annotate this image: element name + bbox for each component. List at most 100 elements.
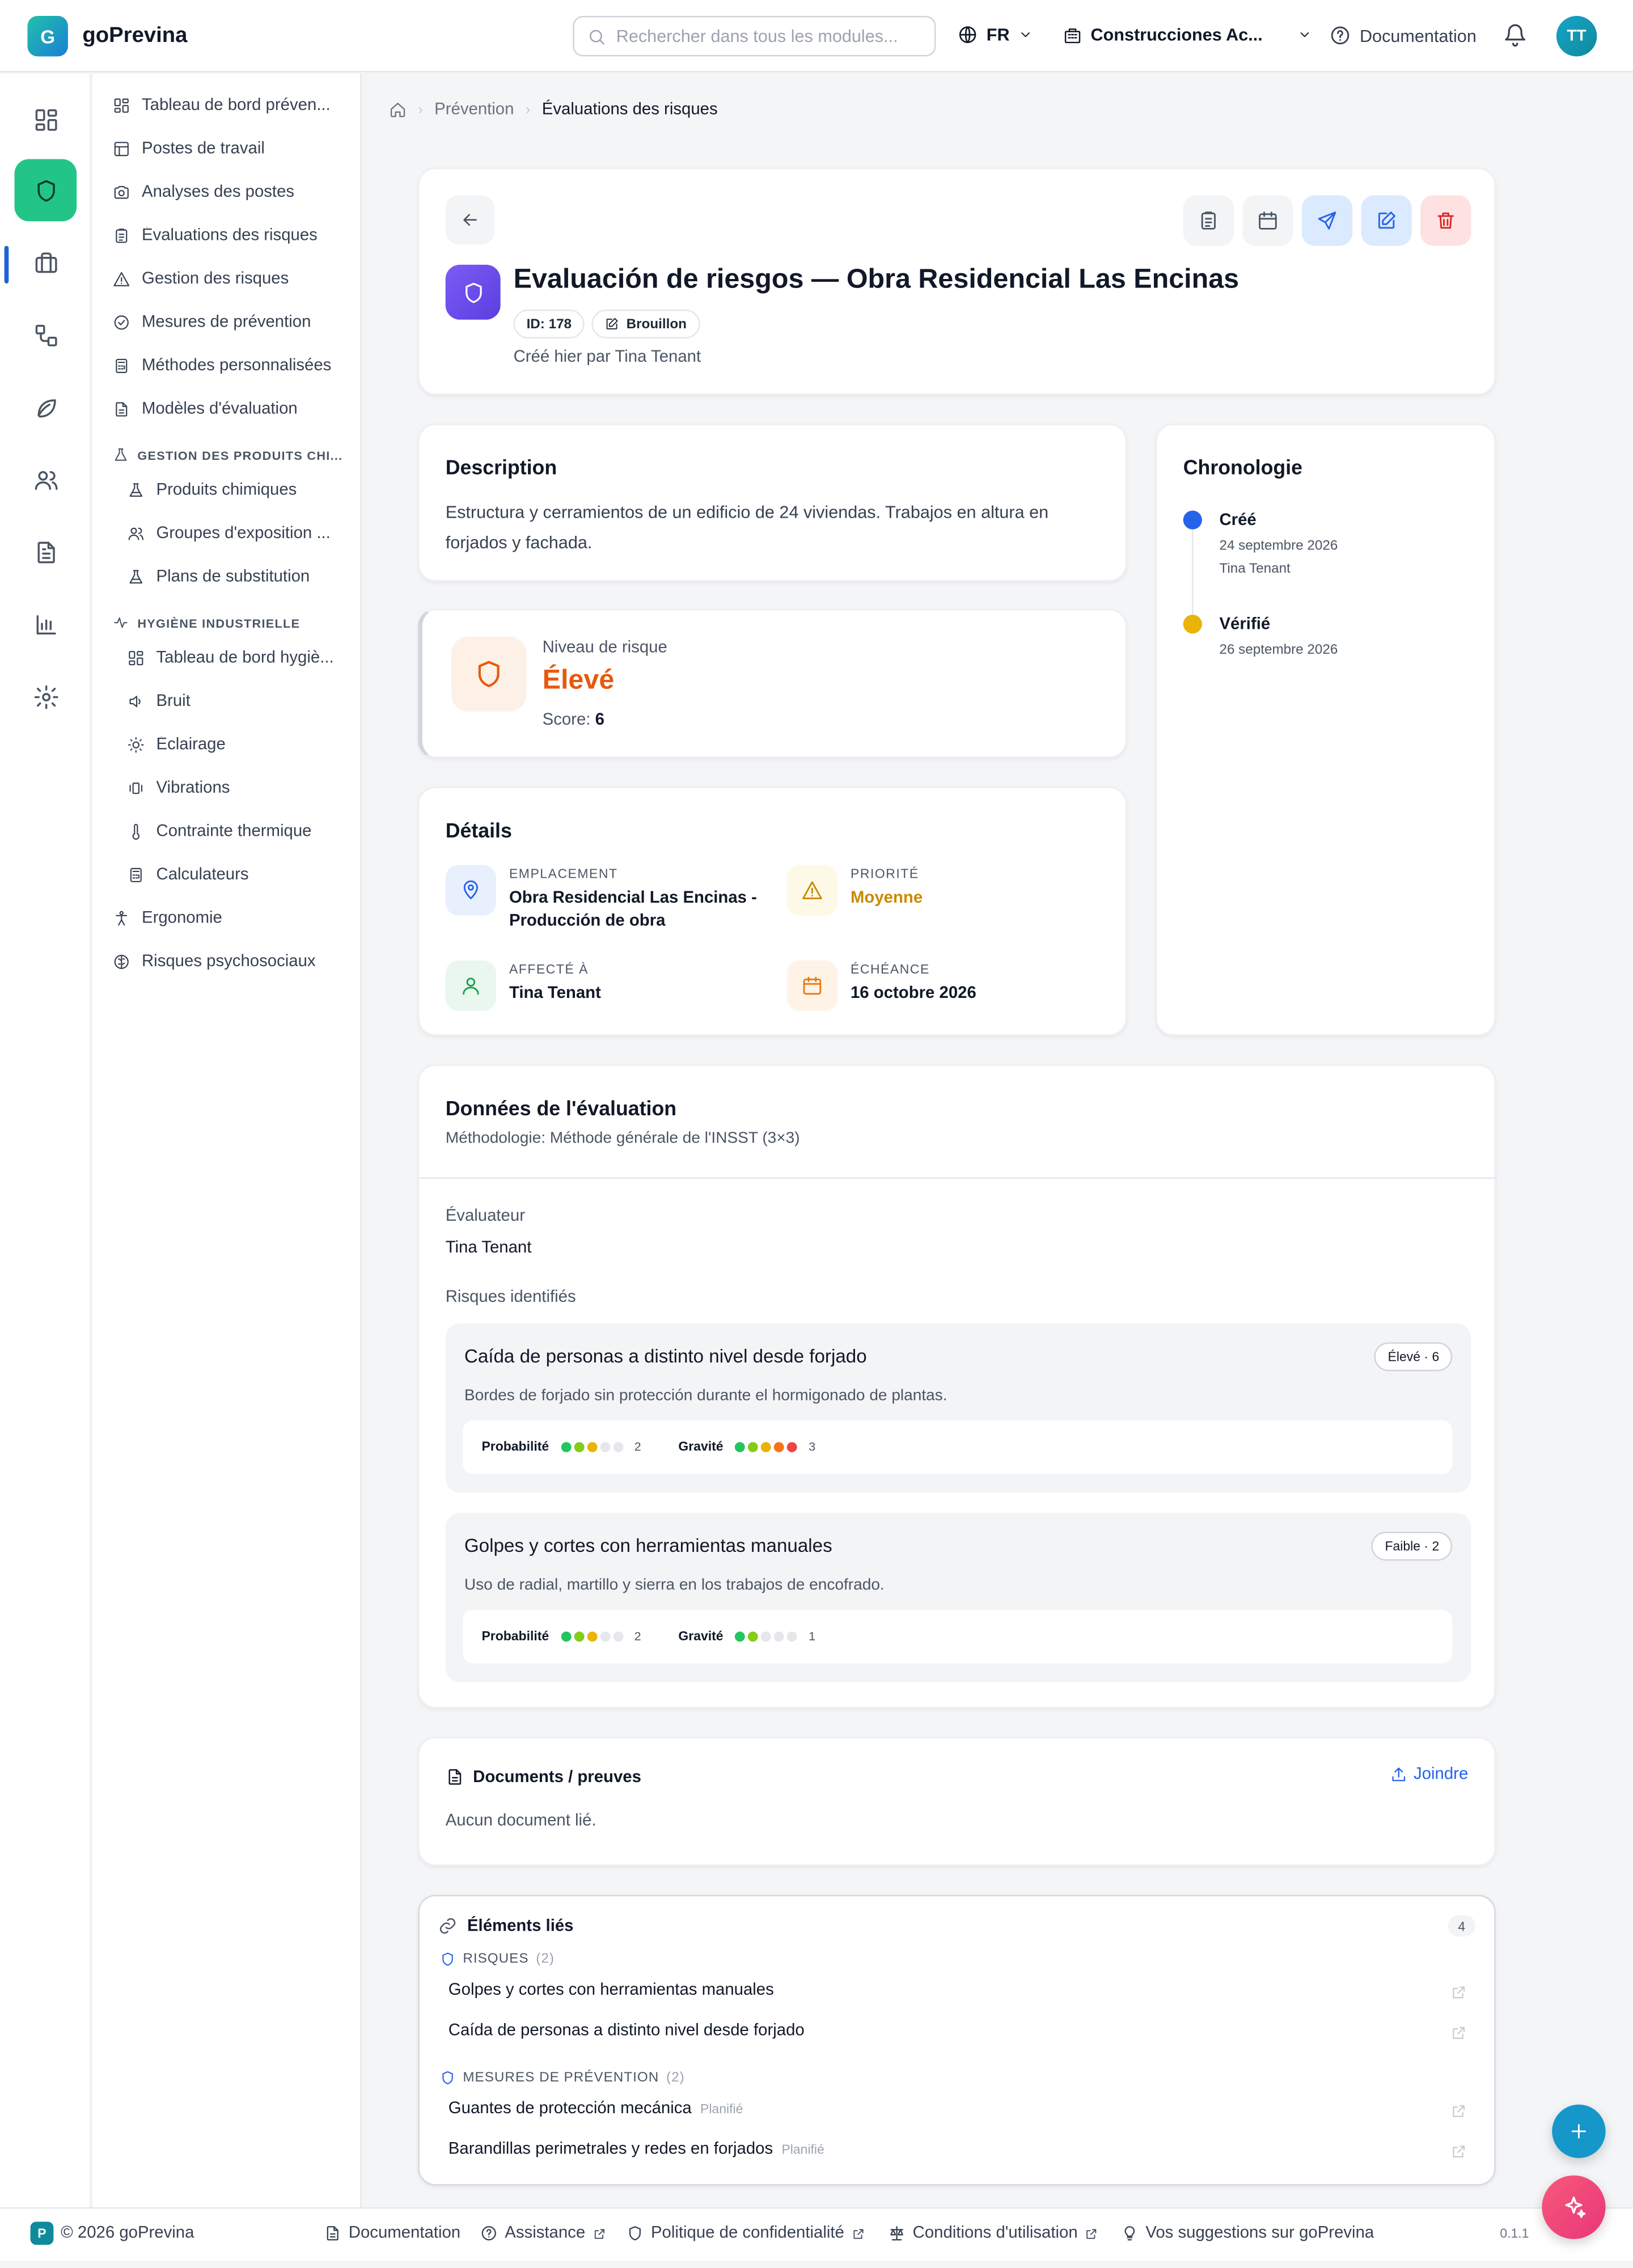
- section-label: HYGIÈNE INDUSTRIELLE: [137, 615, 301, 630]
- warning-icon: [113, 272, 130, 286]
- lightbulb-icon: [1124, 2226, 1135, 2241]
- sidebar-item-label: Analyses des postes: [141, 183, 295, 201]
- sidebar-item-workstations[interactable]: Postes de travail: [113, 140, 265, 158]
- shield-icon: [478, 661, 500, 687]
- documents-heading: Documents / preuves: [446, 1767, 641, 1786]
- footer-documentation-link[interactable]: Documentation: [324, 2224, 460, 2242]
- flask-icon: [115, 448, 127, 461]
- linked-measure-item[interactable]: Barandillas perimetrales y redes en forj…: [449, 2140, 824, 2158]
- linked-risk-item[interactable]: Golpes y cortes con herramientas manuale…: [449, 1982, 774, 1999]
- breadcrumb-prevention[interactable]: Prévention: [434, 101, 514, 119]
- rating-dot: [586, 1631, 597, 1641]
- external-link-icon: [1086, 2228, 1097, 2239]
- sidebar-item-chemicals[interactable]: Produits chimiques: [127, 481, 297, 499]
- sidebar-item-label: Risques psychosociaux: [141, 953, 316, 971]
- sidebar-item-hygiene-dashboard[interactable]: Tableau de bord hygiè...: [127, 649, 334, 667]
- rail-people[interactable]: [15, 448, 77, 511]
- footer-feedback-link[interactable]: Vos suggestions sur goPrevina: [1121, 2224, 1374, 2242]
- edit-button[interactable]: [1361, 195, 1412, 246]
- sidebar-item-calculators[interactable]: Calculateurs: [127, 866, 249, 884]
- checklist-button[interactable]: [1183, 195, 1234, 246]
- schedule-button[interactable]: [1242, 195, 1293, 246]
- rating-dot: [734, 1441, 745, 1452]
- rail-prevention[interactable]: [14, 159, 77, 222]
- sidebar-item-job-analyses[interactable]: Analyses des postes: [113, 184, 294, 201]
- breadcrumb: › Prévention › Évaluations des risques: [389, 101, 718, 119]
- identified-risk-item[interactable]: Golpes y cortes con herramientas manuale…: [445, 1513, 1471, 1682]
- delete-button[interactable]: [1420, 195, 1471, 246]
- footer-terms-link[interactable]: Conditions d'utilisation: [888, 2224, 1098, 2242]
- rail-processes[interactable]: [15, 304, 77, 366]
- external-link-icon[interactable]: [1451, 2144, 1467, 2160]
- identified-risk-item[interactable]: Caída de personas a distinto nivel desde…: [445, 1323, 1471, 1493]
- back-button[interactable]: [445, 195, 495, 245]
- language-selector[interactable]: FR: [958, 24, 1033, 45]
- section-chemicals[interactable]: GESTION DES PRODUITS CHI...: [113, 447, 343, 463]
- external-link-icon[interactable]: [1451, 2025, 1467, 2041]
- footer-privacy-link[interactable]: Politique de confidentialité: [627, 2224, 865, 2242]
- company-selector[interactable]: Construcciones Ac...: [1063, 24, 1312, 45]
- attach-button[interactable]: Joindre: [1390, 1766, 1468, 1783]
- documentation-link[interactable]: Documentation: [1329, 24, 1477, 46]
- sidebar-item-lighting[interactable]: Éclairage: [127, 736, 226, 754]
- sidebar-item-custom-methods[interactable]: Méthodes personnalisées: [113, 357, 331, 375]
- sidebar-item-risk-assessments[interactable]: Évaluations des risques: [113, 227, 318, 244]
- assignee-value: Tina Tenant: [509, 985, 601, 1002]
- home-icon[interactable]: [389, 101, 407, 119]
- evaluator-label: Évaluateur: [445, 1208, 525, 1225]
- sidebar-item-label: Contrainte thermique: [156, 823, 312, 841]
- chevron-down-icon: [1300, 32, 1309, 37]
- footer: P © 2026 goPrevina Documentation Assista…: [0, 2207, 1633, 2261]
- global-search[interactable]: [573, 16, 936, 57]
- search-input[interactable]: [616, 26, 920, 46]
- notifications-button[interactable]: [1503, 23, 1527, 48]
- user-avatar[interactable]: TT: [1556, 16, 1597, 57]
- send-icon: [1318, 211, 1336, 230]
- ai-assistant-button[interactable]: [1542, 2175, 1606, 2239]
- rail-environment[interactable]: [15, 376, 77, 438]
- section-industrial-hygiene[interactable]: HYGIÈNE INDUSTRIELLE: [113, 615, 300, 631]
- risk-description: Bordes de forjado sin protección durante…: [464, 1387, 947, 1405]
- probability-value: 2: [634, 1628, 641, 1643]
- calendar-icon: [1259, 211, 1277, 230]
- measure-status: Planifié: [781, 2142, 824, 2157]
- footer-support-link[interactable]: Assistance: [480, 2224, 606, 2242]
- app-logo[interactable]: G: [27, 16, 68, 57]
- probability-scale: Probabilité 2: [481, 1628, 641, 1643]
- sidebar-item-psychosocial-risks[interactable]: Risques psychosociaux: [113, 953, 316, 971]
- sidebar-item-thermal-stress[interactable]: Contrainte thermique: [127, 823, 312, 841]
- sidebar-item-noise[interactable]: Bruit: [127, 693, 191, 710]
- send-button[interactable]: [1301, 195, 1353, 246]
- evaluation-heading: Données de l'évaluation: [445, 1096, 677, 1120]
- identified-risks-label: Risques identifiés: [445, 1288, 576, 1306]
- breadcrumb-current: Évaluations des risques: [541, 101, 718, 119]
- rail-settings[interactable]: [15, 665, 77, 727]
- sidebar-item-assessment-templates[interactable]: Modèles d'évaluation: [113, 401, 298, 418]
- quick-add-button[interactable]: [1552, 2104, 1606, 2159]
- external-link-icon[interactable]: [1451, 2103, 1467, 2119]
- rating-dot: [747, 1441, 758, 1452]
- linked-measure-item[interactable]: Guantes de protección mecánica Planifié: [449, 2100, 743, 2118]
- sidebar-item-exposure-groups[interactable]: Groupes d'exposition ...: [127, 525, 331, 543]
- check-circle-icon: [114, 315, 129, 330]
- sidebar-item-prevention-measures[interactable]: Mesures de prévention: [113, 314, 311, 331]
- gear-icon: [33, 684, 58, 709]
- sidebar-item-ergonomics[interactable]: Ergonomie: [113, 910, 222, 927]
- rail-reports[interactable]: [15, 593, 77, 655]
- location-value: Obra Residencial Las Encinas - Producció…: [509, 889, 757, 930]
- risk-score: Score: 6: [543, 712, 604, 729]
- sidebar-item-prevention-dashboard[interactable]: Tableau de bord préven...: [113, 97, 331, 115]
- location-icon-box: [445, 865, 496, 916]
- sidebar-item-risk-management[interactable]: Gestion des risques: [113, 270, 289, 288]
- pencil-icon: [606, 318, 618, 329]
- rail-dashboard[interactable]: [15, 88, 77, 151]
- calculator-icon: [116, 358, 128, 373]
- severity-scale: Gravité 1: [678, 1628, 815, 1643]
- rail-documents[interactable]: [15, 521, 77, 583]
- rail-workplaces[interactable]: [15, 231, 77, 294]
- linked-risk-item[interactable]: Caída de personas a distinto nivel desde…: [449, 2022, 805, 2039]
- external-link-icon[interactable]: [1451, 1984, 1467, 2000]
- sidebar-item-substitution-plans[interactable]: Plans de substitution: [127, 569, 310, 586]
- sidebar-item-vibrations[interactable]: Vibrations: [127, 780, 230, 797]
- priority-icon-box: [786, 865, 838, 916]
